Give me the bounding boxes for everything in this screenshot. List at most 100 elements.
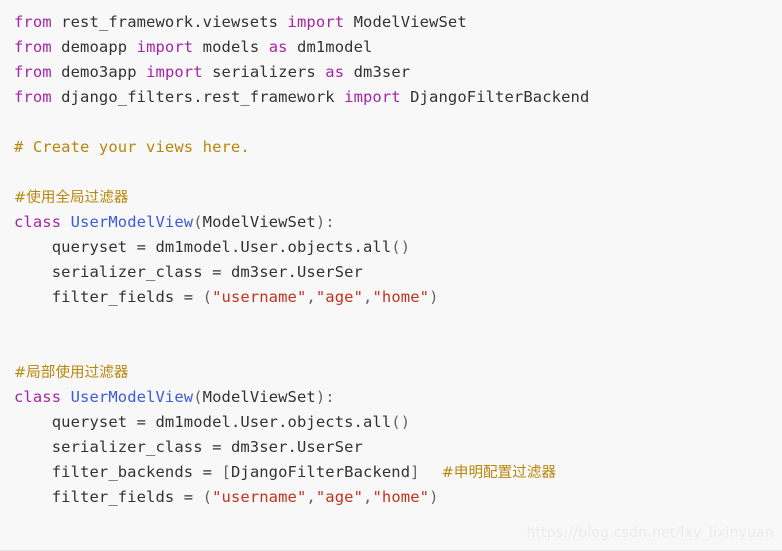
code-line: class UserModelView(ModelViewSet): [0,210,782,235]
code-token-keyword: from [14,63,52,81]
code-token-plain: serializer_class [14,438,213,456]
code-token-class_name: UserModelView [70,213,194,231]
code-line: queryset = dm1model.User.objects.all() [0,410,782,435]
code-token-plain: dm3ser [353,63,411,81]
code-token-comment-cn: #使用全局过滤器 [14,190,129,206]
code-line: filter_fields = ("username","age","home"… [0,285,782,310]
code-token-comment-cn: #申明配置过滤器 [441,465,557,481]
code-token-punctuation: , [306,488,316,506]
code-token-string: "age" [315,288,364,306]
code-line: from rest_framework.viewsets import Mode… [0,10,782,35]
code-token-plain: filter_fields [14,488,184,506]
code-line: queryset = dm1model.User.objects.all() [0,235,782,260]
code-token-punctuation: ) [429,288,439,306]
code-token-punctuation: : [325,388,335,406]
code-token-plain: queryset [14,238,137,256]
code-token-keyword: from [14,38,52,56]
code-line: from django_filters.rest_framework impor… [0,85,782,110]
code-token-plain: serializers [212,63,316,81]
code-token-plain: queryset [14,413,137,431]
code-line: #使用全局过滤器 [0,185,782,210]
code-token-comment-cn: #局部使用过滤器 [14,365,129,381]
code-token-operator: = [212,263,222,281]
code-line: #局部使用过滤器 [0,360,782,385]
code-token-plain: dm3ser.UserSer [221,263,363,281]
code-token-punctuation: ) [315,213,326,231]
code-token-punctuation: ( [193,488,213,506]
watermark-text: https://blog.csdn.net/lxy_lixinyuan [526,525,774,541]
code-token-plain: demoapp [61,38,128,56]
code-token-keyword: class [14,388,62,406]
code-token-keyword: import [136,38,194,56]
code-token-string: "home" [372,288,430,306]
code-token-punctuation: ] [410,463,420,481]
code-token-plain: filter_fields [14,288,184,306]
code-token-punctuation: ( [193,213,203,231]
code-token-punctuation: ) [315,388,326,406]
code-line: filter_backends = [DjangoFilterBackend] #… [0,460,782,485]
code-line: # Create your views here. [0,135,782,160]
code-token-punctuation: ( [193,388,203,406]
code-token-operator: = [183,288,194,306]
code-token-keyword: import [146,63,203,81]
code-token-string: "username" [212,488,307,506]
code-token-punctuation: ( [193,288,213,306]
code-token-plain: demo3app [61,63,137,81]
code-token-operator: = [212,438,222,456]
code-token-operator: = [136,238,147,256]
code-block: from rest_framework.viewsets import Mode… [0,0,782,551]
code-token-punctuation: : [325,213,335,231]
code-token-plain: dm3ser.UserSer [221,438,363,456]
code-token-keyword: class [14,213,62,231]
code-token-plain: dm1model.User.objects.all [146,413,392,431]
code-line: serializer_class = dm3ser.UserSer [0,435,782,460]
code-token-operator: = [202,463,213,481]
code-token-plain: rest_framework.viewsets [61,13,279,31]
code-token-plain: ModelViewSet [353,13,467,31]
code-token-plain: DjangoFilterBackend [410,88,590,106]
code-token-plain: models [202,38,260,56]
code-token-keyword: as [325,63,345,81]
code-token-punctuation: () [391,238,411,256]
code-token-plain: django_filters.rest_framework [61,88,335,106]
code-token-keyword: from [14,88,52,106]
code-line: serializer_class = dm3ser.UserSer [0,260,782,285]
code-token-string: "home" [372,488,430,506]
code-token-comment: # Create your views here. [14,138,250,156]
code-token-keyword: import [344,88,401,106]
code-token-class_name: UserModelView [70,388,194,406]
code-token-punctuation: () [391,413,411,431]
code-token-plain: ModelViewSet [202,213,316,231]
code-line: from demo3app import serializers as dm3s… [0,60,782,85]
code-token-plain: filter_backends [14,463,203,481]
code-line: class UserModelView(ModelViewSet): [0,385,782,410]
code-token-operator: = [183,488,194,506]
code-token-plain: dm1model [297,38,373,56]
code-token-string: "age" [315,488,364,506]
code-token-operator: = [136,413,147,431]
code-token-punctuation: [ [212,463,231,481]
code-token-keyword: from [14,13,52,31]
